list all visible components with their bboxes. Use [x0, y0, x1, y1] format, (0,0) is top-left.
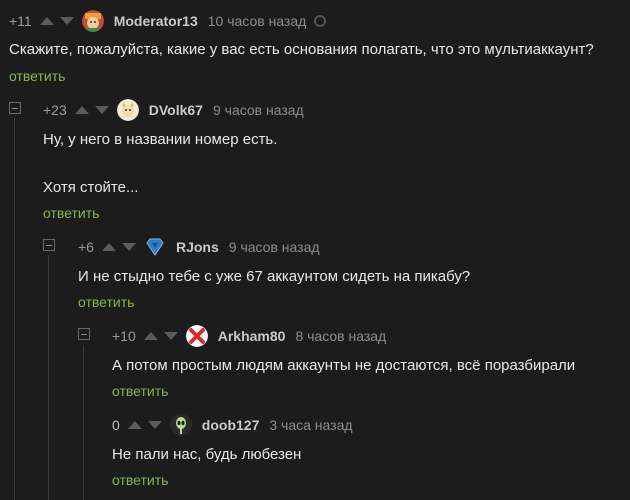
vote-controls: [74, 106, 109, 114]
vote-controls: [101, 243, 136, 251]
comment-time[interactable]: 3 часа назад: [269, 417, 352, 433]
cat-avatar-icon[interactable]: [116, 99, 139, 121]
comment-time[interactable]: 9 часов назад: [213, 102, 304, 118]
downvote-icon[interactable]: [59, 17, 74, 25]
vote-controls: [39, 17, 74, 25]
downvote-icon[interactable]: [121, 243, 136, 251]
comment-text: А потом простым людям аккаунты не достаю…: [112, 357, 576, 374]
comment-text: Скажите, пожалуйста, какие у вас есть ос…: [9, 41, 594, 58]
downvote-icon[interactable]: [147, 421, 162, 429]
collapse-thread-button[interactable]: [43, 239, 55, 251]
reply-link[interactable]: ответить: [112, 472, 168, 488]
upvote-icon[interactable]: [39, 17, 54, 25]
vote-controls: [143, 332, 178, 340]
reply-link[interactable]: ответить: [9, 68, 65, 84]
comment-header: +23 DVolk67 9 часов назад: [43, 98, 304, 122]
comment-header: +11 Moderator13 10 часов назад: [9, 9, 327, 33]
comment-score: +6: [78, 239, 94, 255]
comment-score: +10: [112, 328, 136, 344]
alien-avatar-icon[interactable]: [169, 414, 192, 436]
comment-username[interactable]: doob127: [202, 417, 260, 433]
red-cross-icon[interactable]: [185, 325, 208, 347]
comment-username[interactable]: RJons: [176, 239, 219, 255]
comment-username[interactable]: DVolk67: [149, 102, 203, 118]
comment-username[interactable]: Arkham80: [218, 328, 286, 344]
comment-time[interactable]: 8 часов назад: [295, 328, 386, 344]
comment-username[interactable]: Moderator13: [114, 13, 198, 29]
comment-text: И не стыдно тебе с уже 67 аккаунтом сиде…: [78, 268, 471, 285]
comment-time[interactable]: 9 часов назад: [229, 239, 320, 255]
comment-text: Хотя стойте...: [43, 179, 139, 196]
vote-controls: [127, 421, 162, 429]
moderator-badge-icon: [314, 15, 327, 27]
comment-score: 0: [112, 417, 120, 433]
comment-text: Ну, у него в названии номер есть.: [43, 131, 278, 148]
reply-link[interactable]: ответить: [112, 383, 168, 399]
downvote-icon[interactable]: [163, 332, 178, 340]
upvote-icon[interactable]: [143, 332, 158, 340]
comment-header: 0 doob127 3 часа назад: [112, 413, 353, 437]
reply-link[interactable]: ответить: [78, 294, 134, 310]
thread-line-3: [83, 345, 84, 500]
moderator-avatar-icon[interactable]: [81, 10, 104, 32]
comment-time[interactable]: 10 часов назад: [208, 13, 307, 29]
comment-score: +23: [43, 102, 67, 118]
comment-text: Не пали нас, будь любезен: [112, 446, 302, 463]
upvote-icon[interactable]: [127, 421, 142, 429]
comment-header: +6 RJons 9 часов назад: [78, 235, 320, 259]
thread-line-1: [14, 118, 15, 500]
comment-score: +11: [9, 13, 32, 29]
reply-link[interactable]: ответить: [43, 205, 99, 221]
upvote-icon[interactable]: [101, 243, 116, 251]
thread-line-2: [48, 255, 49, 500]
downvote-icon[interactable]: [94, 106, 109, 114]
collapse-thread-button[interactable]: [78, 328, 90, 340]
comment-header: +10 Arkham80 8 часов назад: [112, 324, 386, 348]
collapse-thread-button[interactable]: [9, 102, 21, 114]
superman-logo-icon[interactable]: [143, 236, 166, 258]
upvote-icon[interactable]: [74, 106, 89, 114]
